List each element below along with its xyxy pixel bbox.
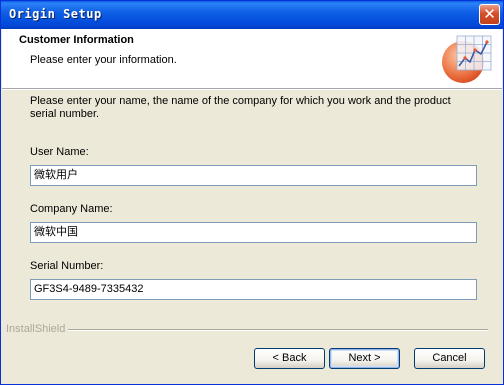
back-button[interactable]: < Back bbox=[254, 348, 325, 369]
footer-divider bbox=[68, 329, 488, 331]
user-name-label: User Name: bbox=[30, 146, 89, 158]
cancel-button[interactable]: Cancel bbox=[414, 348, 485, 369]
serial-number-value: GF3S4-9489-7335432 bbox=[34, 283, 144, 295]
title-bar[interactable]: Origin Setup ✕ bbox=[1, 1, 503, 29]
header-panel: Customer Information Please enter your i… bbox=[2, 29, 502, 89]
user-name-value: 微软用户 bbox=[34, 169, 78, 181]
close-icon: ✕ bbox=[483, 5, 496, 23]
origin-graph-logo-icon bbox=[442, 35, 492, 83]
user-name-field[interactable]: 微软用户 bbox=[30, 165, 477, 186]
page-subtitle: Please enter your information. bbox=[30, 54, 177, 66]
company-name-field[interactable]: 微软中国 bbox=[30, 222, 477, 243]
header-divider bbox=[2, 89, 502, 90]
installshield-brand: InstallShield bbox=[6, 323, 66, 335]
instructions-text: Please enter your name, the name of the … bbox=[30, 95, 451, 120]
close-button[interactable]: ✕ bbox=[479, 4, 500, 25]
company-name-value: 微软中国 bbox=[34, 226, 78, 238]
page-title: Customer Information bbox=[19, 34, 134, 46]
serial-number-field[interactable]: GF3S4-9489-7335432 bbox=[30, 279, 477, 300]
window-title: Origin Setup bbox=[9, 7, 102, 21]
company-name-label: Company Name: bbox=[30, 203, 113, 215]
next-button[interactable]: Next > bbox=[329, 348, 400, 369]
serial-number-label: Serial Number: bbox=[30, 260, 104, 272]
setup-window: Origin Setup ✕ Customer Information Plea… bbox=[0, 0, 504, 385]
